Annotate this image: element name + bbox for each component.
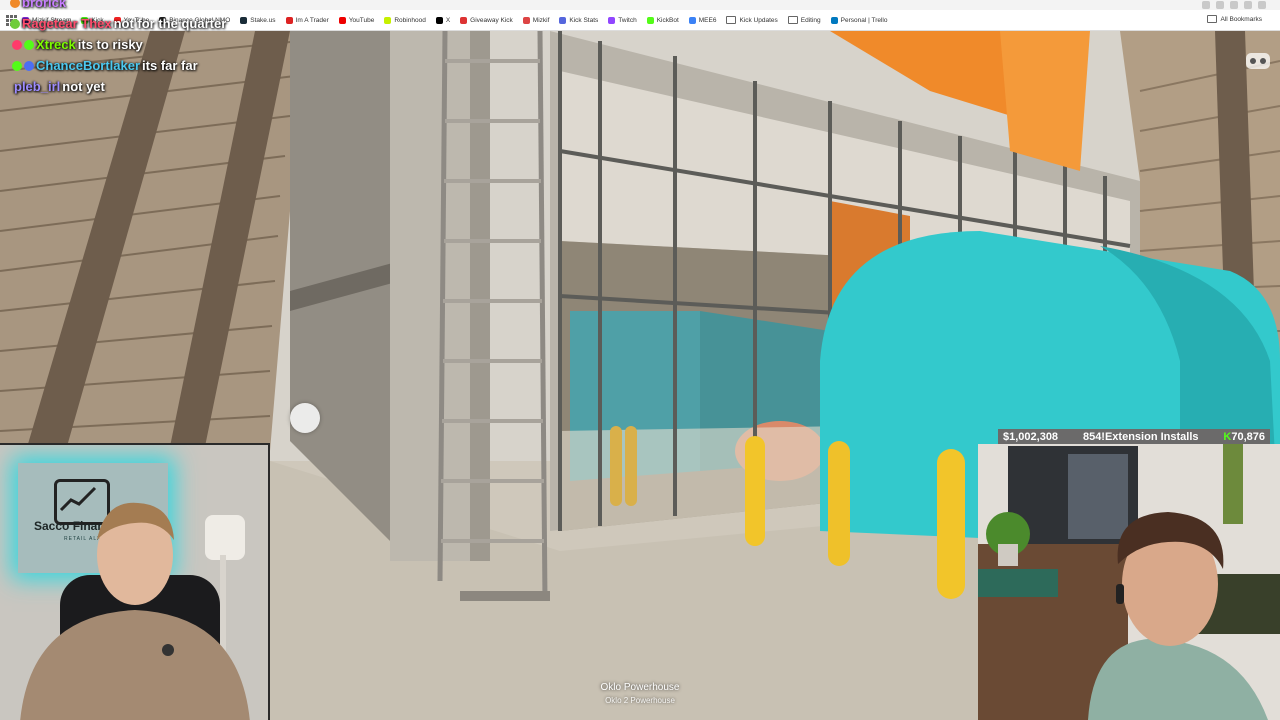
navigation-hotspot[interactable] — [290, 403, 320, 433]
bookmark-favicon-icon — [688, 16, 696, 24]
bookmark-label: Editing — [800, 16, 821, 24]
bookmark-label: Im A Trader — [295, 16, 329, 24]
bookmark-label: KickBot — [656, 16, 679, 24]
badge-icon — [12, 39, 22, 50]
chat-message: brorick — [10, 0, 68, 10]
chat-text: its to risky — [77, 37, 143, 52]
webcam-left: Sacco Financial RETAIL ALPHA — [0, 443, 270, 720]
bookmark-5[interactable]: Im A Trader — [285, 16, 329, 24]
bookmark-label: MEE6 — [698, 16, 717, 24]
bookmark-11[interactable]: Kick Stats — [559, 16, 599, 24]
chat-username: brorick — [22, 0, 67, 10]
chat-text: not yet — [62, 79, 105, 94]
trello-icon — [830, 16, 838, 24]
bookmark-label: X — [445, 16, 451, 24]
youtube-icon — [338, 16, 346, 24]
bookmark-16[interactable]: Editing — [787, 16, 821, 24]
chat-message: ChanceBortlaker its far far — [12, 58, 198, 73]
bookmark-label: Twitch — [618, 16, 637, 24]
folder-icon — [787, 16, 798, 24]
stream-stats-bar: $1,002,308 854!Extension Installs K70,87… — [998, 429, 1270, 445]
all-bookmarks-button[interactable]: All Bookmarks — [1207, 15, 1262, 23]
bookmark-label: Kick Stats — [569, 16, 599, 24]
bookmark-favicon-icon — [559, 16, 567, 24]
x-icon — [435, 16, 443, 24]
tour-caption: Oklo Powerhouse Oklo 2 Powerhouse — [540, 682, 740, 705]
bookmark-favicon-icon — [240, 16, 248, 24]
badge-icon — [12, 60, 22, 71]
bookmark-label: YouTube — [348, 16, 375, 24]
badge-icon — [24, 39, 34, 50]
bookmark-4[interactable]: Stake.us — [240, 16, 276, 24]
caption-title: Oklo Powerhouse — [600, 682, 680, 693]
bookmark-15[interactable]: Kick Updates — [726, 16, 778, 24]
browser-extension-icons[interactable] — [1202, 0, 1266, 9]
chat-text: not for the quarter — [113, 16, 227, 31]
chat-text: its far far — [142, 58, 198, 73]
chat-message: Ragetear Thex not for the quarter — [10, 16, 226, 31]
bookmark-label: Giveaway Kick — [470, 16, 513, 24]
bookmark-14[interactable]: MEE6 — [688, 16, 717, 24]
extension-installs: 854!Extension Installs — [1082, 431, 1199, 443]
chat-username: Xtreck — [36, 37, 76, 52]
chat-message: Xtreck its to risky — [12, 37, 143, 52]
all-bookmarks-label: All Bookmarks — [1220, 15, 1262, 23]
bookmark-favicon-icon — [522, 16, 530, 24]
bookmark-favicon-icon — [285, 16, 293, 24]
streamer-right-figure — [978, 444, 1280, 720]
badge-icon — [10, 0, 20, 8]
bookmark-10[interactable]: Mizkif — [522, 16, 550, 24]
bookmark-favicon-icon — [646, 16, 654, 24]
chat-username: pleb_irl — [14, 79, 61, 94]
bookmark-label: Mizkif — [532, 16, 550, 24]
browser-top-strip — [0, 0, 1280, 10]
bookmark-label: Kick Updates — [739, 16, 778, 24]
vr-headset-icon[interactable] — [1246, 53, 1270, 69]
folder-icon — [1207, 15, 1218, 23]
bookmark-favicon-icon — [460, 16, 468, 24]
bookmark-8[interactable]: X — [435, 16, 451, 24]
bookmark-17[interactable]: Personal | Trello — [830, 16, 888, 24]
bookmark-13[interactable]: KickBot — [646, 16, 679, 24]
kick-count: K70,876 — [1223, 431, 1265, 443]
badge-icon — [24, 60, 34, 71]
webcam-right — [978, 444, 1280, 720]
chat-message: pleb_irl not yet — [14, 79, 105, 94]
bookmark-6[interactable]: YouTube — [338, 16, 375, 24]
money-counter: $1,002,308 — [1003, 431, 1059, 443]
bookmark-12[interactable]: Twitch — [608, 16, 637, 24]
bookmark-label: Personal | Trello — [840, 16, 888, 24]
chat-username: Ragetear Thex — [22, 16, 112, 31]
bookmark-label: Stake.us — [250, 16, 276, 24]
bookmark-7[interactable]: Robinhood — [384, 16, 426, 24]
kick-count-value: 70,876 — [1231, 431, 1265, 443]
twitch-icon — [608, 16, 616, 24]
badge-icon — [10, 18, 20, 29]
chat-username: ChanceBortlaker — [36, 58, 141, 73]
robinhood-icon — [384, 16, 392, 24]
streamer-left-figure — [20, 502, 250, 720]
caption-subtitle: Oklo 2 Powerhouse — [605, 696, 675, 705]
bookmark-label: Robinhood — [394, 16, 426, 24]
folder-icon — [726, 16, 737, 24]
bookmark-9[interactable]: Giveaway Kick — [460, 16, 513, 24]
